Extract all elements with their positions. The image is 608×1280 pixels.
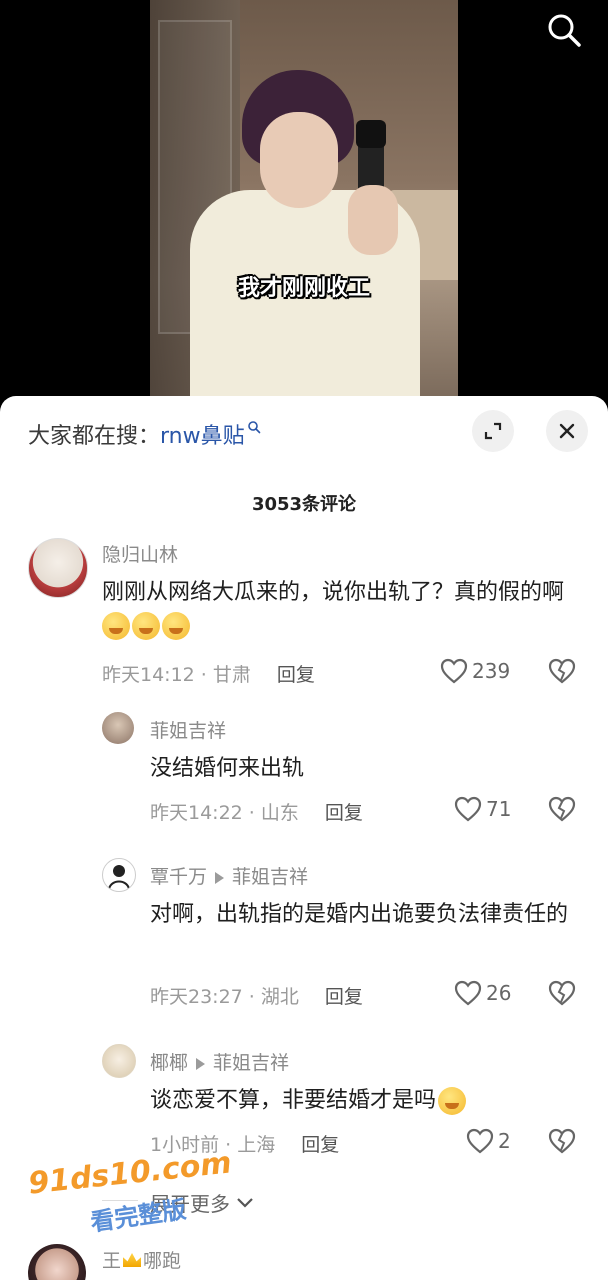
chevron-down-icon [237, 1197, 253, 1208]
comment-meta: 昨天14:12 · 甘肃 回复 [102, 660, 315, 687]
dislike-button[interactable] [548, 1128, 576, 1158]
comment-time-location: 昨天23:27 · 湖北 [150, 986, 299, 1008]
comment-author[interactable]: 菲姐吉祥 [150, 716, 226, 743]
dislike-button[interactable] [548, 658, 576, 688]
video-subtitle: 我才刚刚收工 [237, 276, 370, 301]
like-count: 2 [498, 1129, 511, 1153]
laughing-emoji-icon [438, 1087, 467, 1115]
avatar-sketch-icon [108, 865, 130, 890]
like-count: 71 [486, 797, 512, 821]
reply-button[interactable]: 回复 [301, 1134, 339, 1156]
like-button[interactable]: 2 [466, 1128, 511, 1154]
close-button[interactable] [546, 410, 588, 452]
comment-time-location: 昨天14:12 · 甘肃 [102, 664, 251, 686]
avatar[interactable] [102, 1044, 136, 1078]
like-button[interactable]: 239 [440, 658, 510, 684]
search-icon [548, 14, 581, 47]
heart-icon [466, 1128, 494, 1154]
reply-item: 菲姐吉祥 没结婚何来出轨 昨天14:22 · 山东 回复 71 [0, 708, 608, 828]
person-face [260, 112, 338, 208]
close-icon [559, 423, 575, 439]
small-search-icon [247, 421, 260, 434]
avatar[interactable] [28, 1244, 86, 1280]
dislike-button[interactable] [548, 796, 576, 826]
reply-to-name: 菲姐吉祥 [232, 866, 309, 888]
flushed-emoji-icon [102, 612, 130, 640]
heart-icon [454, 980, 482, 1006]
reply-arrow-icon [196, 1057, 206, 1070]
trending-search-term[interactable]: rnw鼻贴 [160, 424, 245, 449]
author-name-prefix: 王 [102, 1250, 122, 1272]
expand-button[interactable] [472, 410, 514, 452]
comment-item: 隐归山林 刚刚从网络大瓜来的，说你出轨了？真的假的啊 昨天14:12 · 甘肃 回… [0, 534, 608, 694]
heart-icon [440, 658, 468, 684]
broken-heart-icon [548, 980, 576, 1006]
reply-to-name: 菲姐吉祥 [213, 1052, 290, 1074]
gimbal-camera-head [356, 120, 386, 148]
like-button[interactable]: 71 [454, 796, 511, 822]
broken-heart-icon [548, 796, 576, 822]
like-button[interactable]: 26 [454, 980, 511, 1006]
reply-button[interactable]: 回复 [325, 986, 363, 1008]
comment-author[interactable]: 覃千万 菲姐吉祥 [150, 862, 308, 889]
trending-search-prefix: 大家都在搜： [28, 424, 161, 449]
reply-button[interactable]: 回复 [277, 664, 315, 686]
comment-text[interactable]: 对啊，出轨指的是婚内出诡要负法律责任的 [150, 898, 590, 931]
comment-author[interactable]: 王哪跑 [102, 1246, 181, 1273]
like-count: 26 [486, 981, 512, 1005]
flushed-emoji-icon [132, 612, 160, 640]
reply-item: 椰椰 菲姐吉祥 谈恋爱不算，非要结婚才是吗 1小时前 · 上海 回复 2 [0, 1042, 608, 1162]
crown-icon [123, 1253, 142, 1267]
comment-text[interactable]: 谈恋爱不算，非要结婚才是吗 [150, 1084, 590, 1117]
author-name: 椰椰 [150, 1052, 189, 1074]
person-hand [348, 185, 398, 255]
trending-search[interactable]: 大家都在搜：rnw鼻贴 [28, 418, 261, 450]
comment-author[interactable]: 隐归山林 [102, 540, 178, 567]
comment-text-content: 谈恋爱不算，非要结婚才是吗 [150, 1088, 437, 1113]
avatar[interactable] [28, 538, 88, 598]
comment-text[interactable]: 刚刚从网络大瓜来的，说你出轨了？真的假的啊 [102, 576, 572, 642]
author-name: 覃千万 [150, 866, 208, 888]
search-button[interactable] [544, 10, 584, 50]
reply-arrow-icon [215, 871, 225, 884]
like-count: 239 [472, 659, 511, 683]
heart-icon [454, 796, 482, 822]
video-player[interactable]: 我才刚刚收工 [0, 0, 608, 400]
video-frame[interactable]: 我才刚刚收工 [150, 0, 458, 400]
expand-icon [484, 422, 502, 440]
broken-heart-icon [548, 658, 576, 684]
comment-author[interactable]: 椰椰 菲姐吉祥 [150, 1048, 289, 1075]
avatar[interactable] [102, 712, 134, 744]
comment-text[interactable]: 没结婚何来出轨 [150, 752, 580, 785]
comments-sheet: 大家都在搜：rnw鼻贴 3053条评论 隐归山林 刚刚从网络大瓜来的，说你出轨了… [0, 396, 608, 1280]
comment-text-content: 刚刚从网络大瓜来的，说你出轨了？真的假的啊 [102, 580, 565, 605]
broken-heart-icon [548, 1128, 576, 1154]
comment-item: 王哪跑 [0, 1242, 608, 1280]
flushed-emoji-icon [162, 612, 190, 640]
watermark-slogan: 看完整版 [88, 1195, 188, 1237]
comment-meta: 昨天23:27 · 湖北 回复 [150, 982, 363, 1009]
avatar[interactable] [102, 858, 136, 892]
comment-count: 3053条评论 [251, 494, 357, 515]
dislike-button[interactable] [548, 980, 576, 1010]
comment-time-location: 昨天14:22 · 山东 [150, 802, 299, 824]
author-name-suffix: 哪跑 [143, 1250, 182, 1272]
comment-meta: 昨天14:22 · 山东 回复 [150, 798, 363, 825]
reply-button[interactable]: 回复 [325, 802, 363, 824]
reply-item: 覃千万 菲姐吉祥 对啊，出轨指的是婚内出诡要负法律责任的 昨天23:27 · 湖北… [0, 856, 608, 1009]
